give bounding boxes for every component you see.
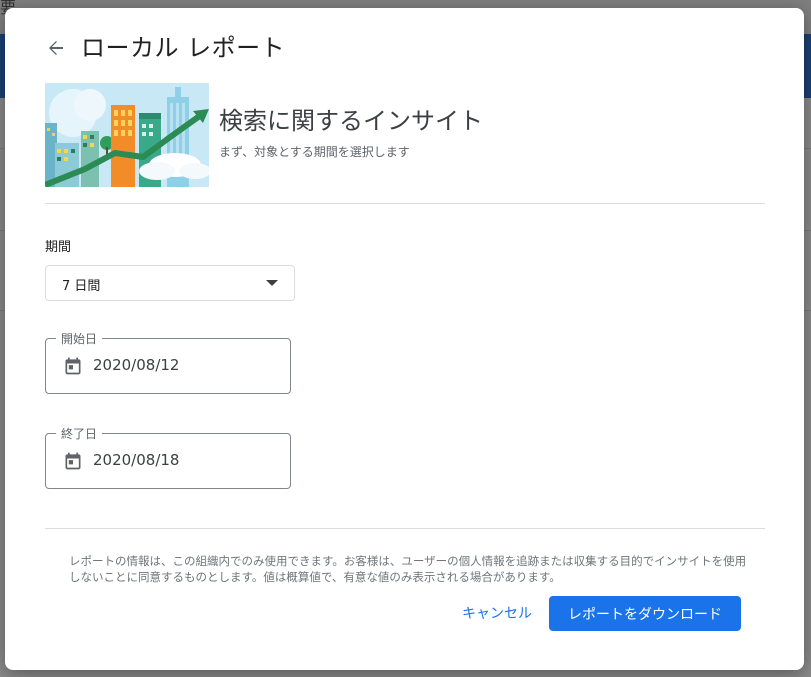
dropdown-arrow-icon [266, 280, 278, 286]
start-date-value: 2020/08/12 [93, 356, 180, 374]
end-date-value: 2020/08/18 [93, 451, 180, 469]
section-divider [45, 203, 765, 204]
calendar-icon [65, 357, 81, 375]
privacy-disclaimer: レポートの情報は、この組織内でのみ使用できます。お客様は、ユーザーの個人情報を追… [69, 554, 747, 584]
arrow-left-icon [49, 41, 63, 55]
calendar-icon [65, 452, 81, 470]
insights-illustration [45, 83, 209, 187]
start-date-field[interactable]: 開始日 2020/08/12 [45, 330, 291, 394]
cancel-button[interactable]: キャンセル [453, 596, 541, 630]
period-label: 期間 [45, 240, 72, 255]
end-date-field[interactable]: 終了日 2020/08/18 [45, 425, 291, 489]
period-selected-value: 7 日間 [62, 279, 101, 294]
end-date-label: 終了日 [56, 425, 103, 442]
hero-title: 検索に関するインサイト [219, 107, 483, 135]
section-divider [45, 528, 765, 529]
back-button[interactable] [45, 37, 67, 59]
local-report-dialog: ローカル レポート 検索に関するインサイト まず、対象とする期間を選択します 期… [5, 8, 804, 670]
start-date-label: 開始日 [56, 330, 103, 347]
hero-subtitle: まず、対象とする期間を選択します [219, 145, 410, 159]
dialog-title: ローカル レポート [81, 34, 286, 62]
period-dropdown[interactable]: 7 日間 [45, 265, 295, 301]
download-report-button[interactable]: レポートをダウンロード [549, 596, 741, 631]
